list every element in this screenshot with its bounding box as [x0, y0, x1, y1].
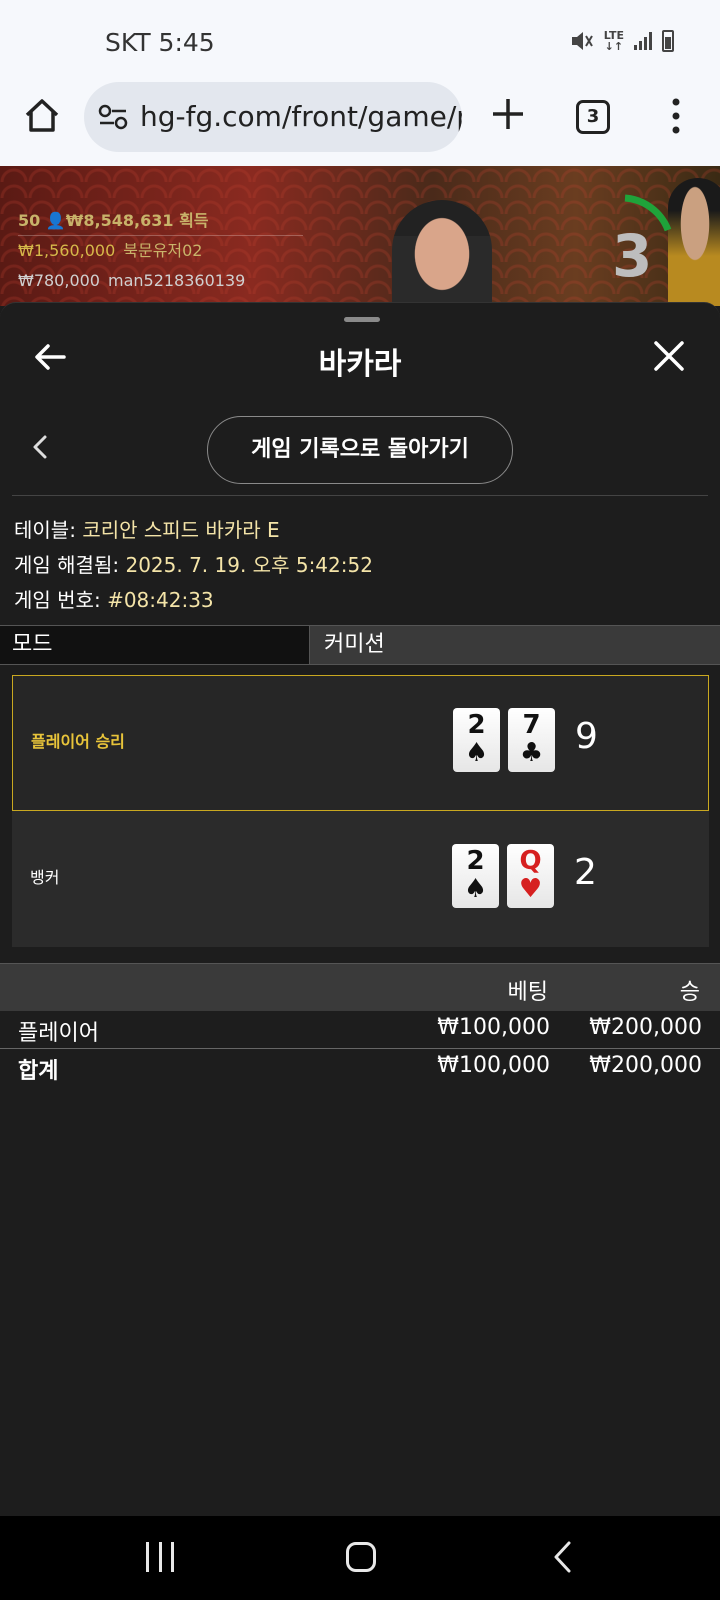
home-icon[interactable] [22, 96, 62, 136]
banker-hand-label: 뱅커 [30, 868, 60, 887]
win-amount: ₩200,000 [589, 1015, 702, 1040]
table-label: 테이블: [14, 518, 76, 542]
winners-total-label: 획득 [179, 211, 209, 230]
winner-row: ₩780,000 man5218360139 [18, 266, 303, 296]
network-type: LTE ↓↑ [603, 29, 624, 53]
dealer-figure [392, 200, 492, 306]
card-rank: 2 [466, 846, 485, 876]
new-tab-icon[interactable] [488, 94, 528, 134]
player-hand-label: 플레이어 승리 [31, 732, 125, 751]
total-win-amount: ₩200,000 [589, 1053, 702, 1078]
game-number-value: #08:42:33 [107, 588, 214, 612]
tab-mode[interactable]: 모드 [0, 626, 310, 664]
user-icon: 👤 [45, 211, 66, 230]
chevron-left-icon[interactable] [30, 433, 50, 461]
winner-amount: ₩1,560,000 [18, 241, 116, 260]
bets-table-header: 베팅 승 [0, 963, 720, 1011]
url-text: hg-fg.com/front/game/p [140, 100, 462, 133]
divider [12, 495, 708, 496]
resolved-value: 2025. 7. 19. 오후 5:42:52 [125, 553, 373, 577]
resolved-label: 게임 해결됨: [14, 553, 120, 577]
game-number-info: 게임 번호: #08:42:33 [14, 583, 373, 618]
battery-icon [662, 30, 674, 52]
winners-total: 50 👤₩8,548,631 획득 [18, 206, 303, 236]
spade-icon: ♠ [464, 738, 489, 768]
card-rank: 7 [522, 710, 541, 740]
recent-apps-icon[interactable] [146, 1542, 174, 1572]
playing-card: 2 ♠ [453, 708, 500, 772]
countdown-timer: 3 [612, 222, 653, 290]
tab-switcher-button[interactable]: 3 [576, 100, 610, 134]
column-header-bet: 베팅 [507, 980, 548, 1005]
winners-count: 50 [18, 211, 41, 230]
mute-icon [571, 32, 593, 50]
table-value: 코리안 스피드 바카라 E [82, 518, 280, 542]
table-info: 테이블: 코리안 스피드 바카라 E [14, 513, 373, 548]
card-rank: Q [519, 846, 542, 876]
winners-total-amount: ₩8,548,631 [65, 211, 174, 230]
player-cards: 2 ♠ 7 ♣ [453, 708, 555, 772]
player-hand: 플레이어 승리 2 ♠ 7 ♣ 9 [12, 675, 709, 811]
club-icon: ♣ [519, 738, 544, 768]
system-nav-bar [0, 1516, 720, 1600]
winner-name: man5218360139 [107, 271, 246, 290]
status-icons: LTE ↓↑ [570, 30, 674, 52]
browser-toolbar: hg-fg.com/front/game/p 3 [0, 82, 720, 166]
back-to-history-button[interactable]: 게임 기록으로 돌아가기 [207, 416, 513, 484]
site-settings-icon[interactable] [98, 104, 128, 130]
bet-name: 플레이어 [18, 1021, 99, 1046]
player-score: 9 [575, 716, 598, 757]
total-bet-amount: ₩100,000 [437, 1053, 550, 1078]
close-icon[interactable] [652, 339, 686, 373]
status-time: SKT 5:45 [105, 28, 215, 57]
playing-card: 2 ♠ [452, 844, 499, 908]
banker-hand: 뱅커 2 ♠ Q ♥ 2 [12, 812, 709, 948]
back-nav-icon[interactable] [552, 1540, 574, 1574]
more-menu-icon[interactable] [664, 96, 688, 136]
bets-table: 베팅 승 플레이어 ₩100,000 ₩200,000 합계 ₩100,000 … [0, 963, 720, 1087]
winner-amount: ₩780,000 [18, 271, 100, 290]
playing-card: Q ♥ [507, 844, 554, 908]
card-rank: 2 [467, 710, 486, 740]
status-bar: SKT 5:45 LTE ↓↑ [0, 0, 720, 82]
live-video: 3 50 👤₩8,548,631 획득 ₩1,560,000 북문유저02 ₩78… [0, 166, 720, 306]
sheet-title: 바카라 [318, 347, 402, 382]
game-info: 테이블: 코리안 스피드 바카라 E 게임 해결됨: 2025. 7. 19. … [14, 513, 373, 618]
signal-icon [634, 32, 652, 50]
winner-name: 북문유저02 [123, 241, 203, 260]
total-row: 합계 ₩100,000 ₩200,000 [0, 1049, 720, 1087]
winners-panel: 50 👤₩8,548,631 획득 ₩1,560,000 북문유저02 ₩780,… [18, 206, 303, 296]
tab-commission[interactable]: 커미션 [310, 626, 720, 664]
network-label: LTE [603, 29, 624, 42]
resolved-info: 게임 해결됨: 2025. 7. 19. 오후 5:42:52 [14, 548, 373, 583]
column-header-win: 승 [679, 980, 700, 1005]
mode-tabs: 모드 커미션 [0, 625, 720, 665]
game-detail-sheet: 바카라 게임 기록으로 돌아가기 테이블: 코리안 스피드 바카라 E 게임 해… [0, 302, 720, 1516]
table-row: 플레이어 ₩100,000 ₩200,000 [0, 1011, 720, 1049]
bet-amount: ₩100,000 [437, 1015, 550, 1040]
winner-row: ₩1,560,000 북문유저02 [18, 236, 303, 266]
heart-icon: ♥ [518, 874, 543, 904]
game-number-label: 게임 번호: [14, 588, 101, 612]
hands-result: 플레이어 승리 2 ♠ 7 ♣ 9 뱅커 2 ♠ Q ♥ 2 [12, 675, 709, 947]
spade-icon: ♠ [463, 874, 488, 904]
url-bar[interactable]: hg-fg.com/front/game/p [84, 82, 462, 152]
banker-score: 2 [574, 852, 597, 893]
sheet-drag-handle[interactable] [344, 317, 380, 322]
home-nav-icon[interactable] [346, 1542, 376, 1572]
playing-card: 7 ♣ [508, 708, 555, 772]
banker-cards: 2 ♠ Q ♥ [452, 844, 554, 908]
total-label: 합계 [18, 1059, 59, 1084]
